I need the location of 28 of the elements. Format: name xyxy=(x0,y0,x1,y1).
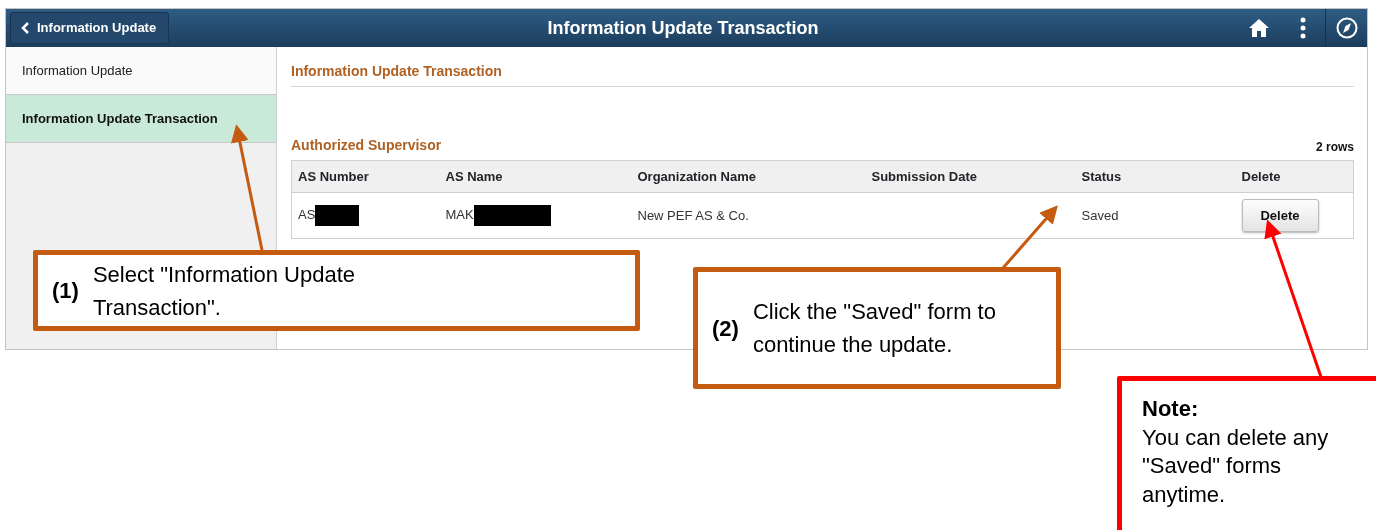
column-header: AS Number xyxy=(298,168,369,184)
column-header: AS Name xyxy=(445,168,503,184)
table-cell: AS xyxy=(298,206,316,222)
column-header: Delete xyxy=(1241,168,1281,184)
note-text: You can delete any "Saved" forms anytime. xyxy=(1142,423,1330,509)
back-button[interactable]: Information Update xyxy=(10,12,170,44)
step-number: (1) xyxy=(52,277,79,305)
chevron-icon xyxy=(21,22,31,34)
callout-text: Select "Information Update Transaction". xyxy=(92,260,357,322)
note-title: Note: xyxy=(1142,395,1200,423)
callout-text: Click the "Saved" form to continue the update. xyxy=(752,298,997,359)
grid-title: Authorized Supervisor xyxy=(291,136,442,155)
sidebar-item[interactable]: Information Update Transaction xyxy=(6,95,276,143)
column-header: Submission Date xyxy=(871,168,977,184)
row-count: 2 rows xyxy=(1316,139,1354,156)
section-heading: Information Update Transaction xyxy=(291,61,1354,87)
table-cell: MAK xyxy=(445,206,474,222)
column-header: Organization Name xyxy=(637,168,756,184)
compass-icon[interactable] xyxy=(1335,17,1358,39)
table-cell: Saved xyxy=(1081,207,1119,223)
home-icon[interactable] xyxy=(1248,18,1270,38)
table-cell: New PEF AS & Co. xyxy=(637,207,749,223)
sidebar-item[interactable]: Information Update xyxy=(6,47,276,95)
column-header: Status xyxy=(1081,168,1122,184)
delete-button[interactable]: Delete xyxy=(1241,199,1319,232)
more-options-icon[interactable] xyxy=(1300,17,1306,39)
step-number: (2) xyxy=(712,314,739,343)
page-header-title: Information Update Transaction xyxy=(547,17,819,38)
